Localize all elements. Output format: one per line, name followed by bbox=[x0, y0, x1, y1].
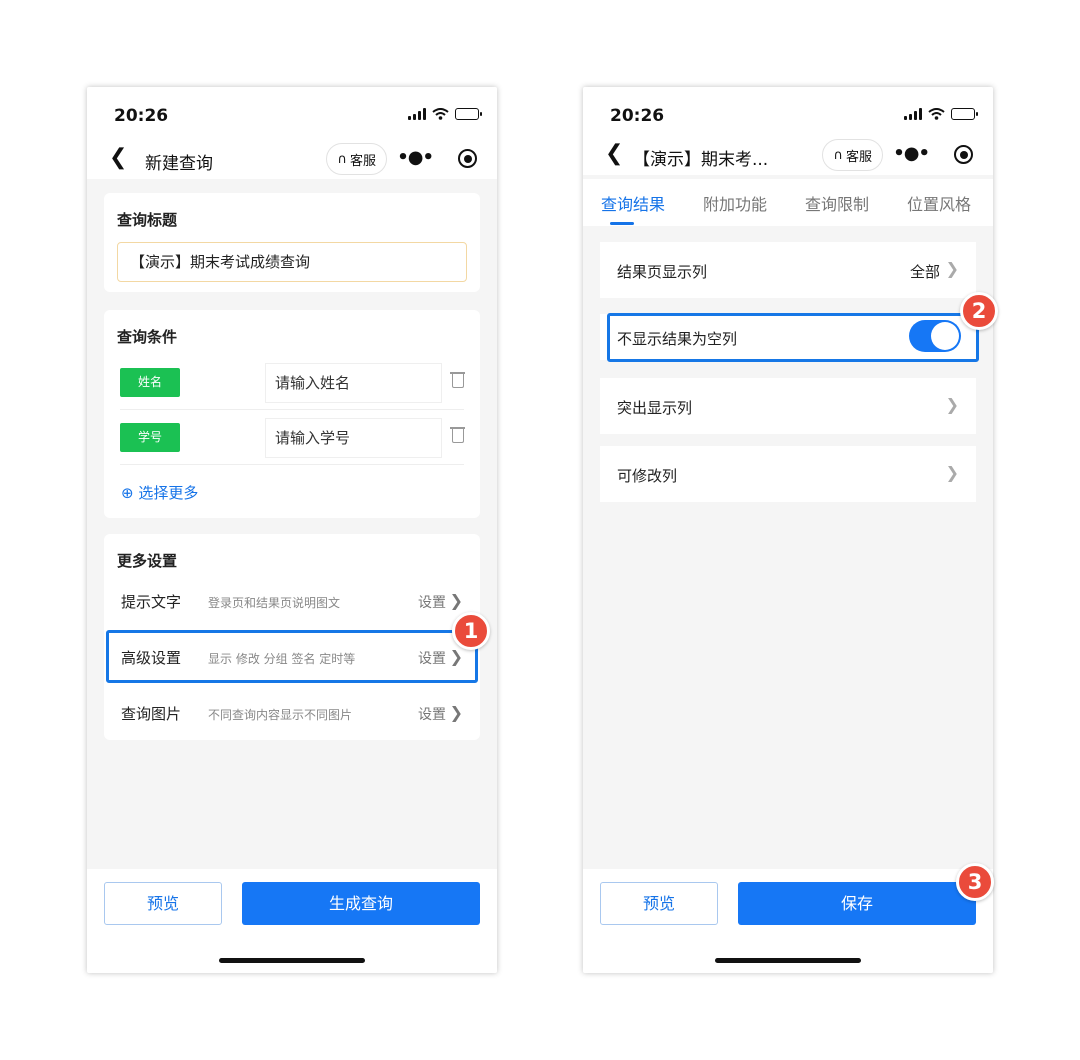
status-icons bbox=[904, 108, 978, 120]
close-miniprogram-icon[interactable] bbox=[458, 149, 477, 168]
home-indicator bbox=[219, 958, 365, 963]
step-badge-2: 2 bbox=[960, 292, 998, 330]
tab-extra-features[interactable]: 附加功能 bbox=[703, 191, 767, 215]
preview-button[interactable]: 预览 bbox=[600, 882, 718, 925]
row-highlight-columns[interactable]: 突出显示列 ❯ bbox=[600, 378, 976, 434]
wifi-icon bbox=[928, 108, 945, 120]
condition-row: 姓名 请输入姓名 bbox=[120, 355, 465, 410]
battery-icon bbox=[951, 108, 978, 120]
row-editable-columns[interactable]: 可修改列 ❯ bbox=[600, 446, 976, 502]
status-icons bbox=[408, 108, 482, 120]
row-display-columns[interactable]: 结果页显示列 全部 ❯ bbox=[600, 242, 976, 298]
status-time: 20:26 bbox=[114, 106, 169, 126]
page-title: 新建查询 bbox=[145, 154, 213, 174]
headset-icon: ∩ bbox=[337, 151, 347, 167]
chevron-right-icon: ❯ bbox=[449, 591, 463, 610]
preview-button[interactable]: 预览 bbox=[104, 882, 222, 925]
customer-service-button[interactable]: ∩ 客服 bbox=[822, 139, 883, 171]
select-more-button[interactable]: ⊕ 选择更多 bbox=[121, 482, 198, 503]
customer-service-label: 客服 bbox=[349, 153, 376, 169]
customer-service-button[interactable]: ∩ 客服 bbox=[326, 143, 387, 175]
phone-screen-new-query: 20:26 ❮ 新建查询 ∩ 客服 •●• 查询标题 【演示】期末考试成绩查询 … bbox=[87, 87, 497, 973]
setting-action: 设置 bbox=[418, 595, 446, 611]
query-conditions-label: 查询条件 bbox=[117, 328, 178, 346]
setting-row-query-image[interactable]: 查询图片 不同查询内容显示不同图片 设置 ❯ bbox=[104, 689, 480, 737]
tab-query-limits[interactable]: 查询限制 bbox=[805, 191, 869, 215]
close-miniprogram-icon[interactable] bbox=[954, 145, 973, 164]
setting-desc: 登录页和结果页说明图文 bbox=[208, 596, 341, 610]
query-title-input[interactable]: 【演示】期末考试成绩查询 bbox=[117, 242, 467, 282]
condition-row: 学号 请输入学号 bbox=[120, 410, 465, 465]
query-title-card: 查询标题 【演示】期末考试成绩查询 bbox=[104, 193, 480, 292]
trash-icon[interactable] bbox=[450, 372, 465, 388]
save-button[interactable]: 保存 bbox=[738, 882, 976, 925]
query-title-label: 查询标题 bbox=[117, 211, 178, 229]
back-icon[interactable]: ❮ bbox=[109, 145, 127, 170]
tab-query-results[interactable]: 查询结果 bbox=[601, 191, 665, 215]
trash-icon[interactable] bbox=[450, 427, 465, 443]
chevron-right-icon: ❯ bbox=[449, 703, 463, 722]
nav-bar: ❮ 【演示】期末考... ∩ 客服 •●• bbox=[583, 131, 993, 175]
generate-query-button[interactable]: 生成查询 bbox=[242, 882, 480, 925]
row-label: 结果页显示列 bbox=[617, 263, 708, 281]
query-conditions-card: 查询条件 姓名 请输入姓名 学号 请输入学号 ⊕ 选择更多 bbox=[104, 310, 480, 518]
status-time: 20:26 bbox=[610, 106, 665, 126]
row-label: 可修改列 bbox=[617, 467, 678, 485]
chevron-right-icon: ❯ bbox=[945, 463, 959, 482]
signal-icon bbox=[904, 108, 922, 120]
headset-icon: ∩ bbox=[833, 147, 843, 163]
status-bar: 20:26 bbox=[87, 87, 497, 135]
student-id-input[interactable]: 请输入学号 bbox=[265, 418, 442, 458]
back-icon[interactable]: ❮ bbox=[605, 141, 623, 166]
chevron-right-icon: ❯ bbox=[945, 259, 959, 278]
setting-label: 提示文字 bbox=[121, 593, 182, 611]
setting-row-tip-text[interactable]: 提示文字 登录页和结果页说明图文 设置 ❯ bbox=[104, 577, 480, 625]
customer-service-label: 客服 bbox=[845, 149, 872, 165]
chevron-right-icon: ❯ bbox=[945, 395, 959, 414]
setting-label: 查询图片 bbox=[121, 705, 182, 723]
highlight-hide-empty-columns bbox=[607, 313, 979, 362]
highlight-advanced-settings bbox=[106, 630, 478, 683]
wifi-icon bbox=[432, 108, 449, 120]
step-badge-1: 1 bbox=[452, 612, 490, 650]
tab-position-style[interactable]: 位置风格 bbox=[907, 191, 971, 215]
page-title: 【演示】期末考... bbox=[633, 150, 769, 170]
settings-tabs: 查询结果 附加功能 查询限制 位置风格 bbox=[583, 179, 993, 226]
name-input[interactable]: 请输入姓名 bbox=[265, 363, 442, 403]
more-icon[interactable]: •●• bbox=[397, 147, 434, 168]
row-label: 突出显示列 bbox=[617, 399, 693, 417]
more-icon[interactable]: •●• bbox=[893, 143, 930, 164]
home-indicator bbox=[715, 958, 861, 963]
step-badge-3: 3 bbox=[956, 863, 994, 901]
condition-tag-name[interactable]: 姓名 bbox=[120, 368, 180, 397]
nav-bar: ❮ 新建查询 ∩ 客服 •●• bbox=[87, 135, 497, 179]
more-settings-label: 更多设置 bbox=[117, 552, 178, 570]
signal-icon bbox=[408, 108, 426, 120]
status-bar: 20:26 bbox=[583, 87, 993, 135]
setting-desc: 不同查询内容显示不同图片 bbox=[208, 708, 353, 722]
active-tab-indicator bbox=[610, 222, 634, 225]
row-value: 全部 bbox=[909, 263, 940, 281]
setting-action: 设置 bbox=[418, 707, 446, 723]
phone-screen-advanced-settings: 20:26 ❮ 【演示】期末考... ∩ 客服 •●• 查询结果 附加功能 查询… bbox=[583, 87, 993, 973]
battery-icon bbox=[455, 108, 482, 120]
condition-tag-student-id[interactable]: 学号 bbox=[120, 423, 180, 452]
